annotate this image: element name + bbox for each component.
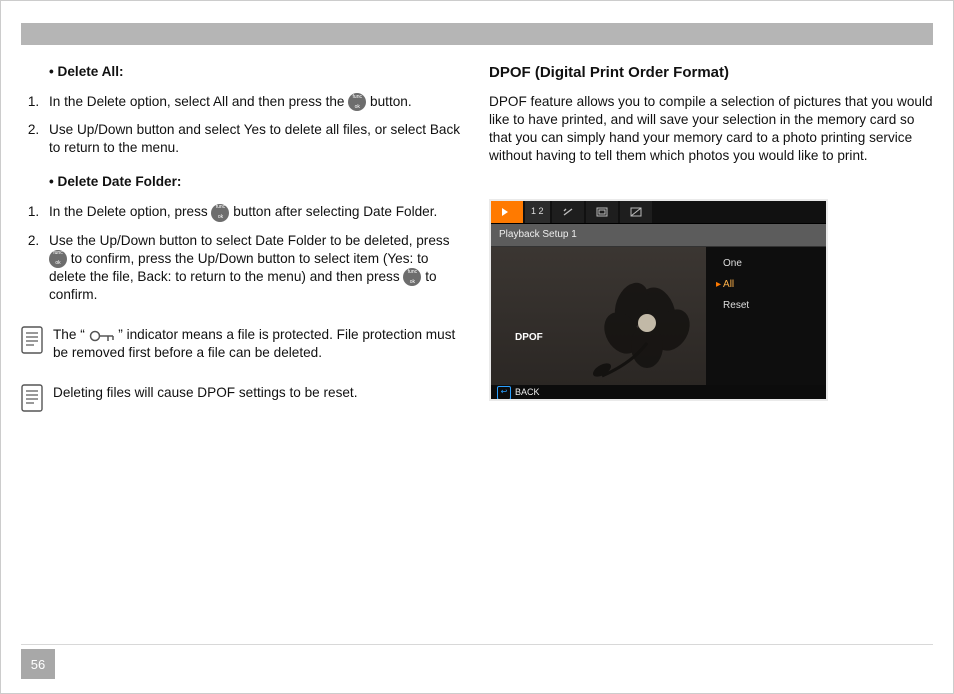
- ss-menu-one: ▸One: [706, 253, 826, 274]
- list-item: In the Delete option, select All and the…: [43, 93, 465, 111]
- left-column: • Delete All: In the Delete option, sele…: [21, 63, 465, 412]
- list-item: Use Up/Down button and select Yes to del…: [43, 121, 465, 157]
- camera-screenshot: 1 2 Playback Setup 1 DPOF: [489, 199, 828, 401]
- ss-tab-numbers: 1 2: [525, 201, 550, 223]
- right-column: DPOF (Digital Print Order Format) DPOF f…: [489, 63, 933, 412]
- ss-footer: ↩ BACK: [491, 385, 826, 401]
- page-number: 56: [21, 649, 55, 679]
- note-text: Deleting files will cause DPOF settings …: [53, 384, 357, 402]
- ss-tab-card: [586, 201, 618, 223]
- ss-tab-tool: [552, 201, 584, 223]
- dpof-paragraph: DPOF feature allows you to compile a sel…: [489, 93, 933, 165]
- ss-menu: ▸One ▸All ▸Reset: [706, 247, 826, 385]
- list-item: In the Delete option, press funcok butto…: [43, 203, 465, 221]
- delete-all-title: • Delete All:: [49, 63, 465, 81]
- ss-left-panel: DPOF: [491, 247, 706, 385]
- back-icon: ↩: [497, 386, 511, 400]
- ss-menu-reset: ▸Reset: [706, 295, 826, 316]
- ss-body: DPOF: [491, 247, 826, 385]
- text: button after selecting Date Folder.: [233, 204, 437, 219]
- ss-tab-adjust: [620, 201, 652, 223]
- note-protected: The “ ” indicator means a file is protec…: [21, 326, 465, 362]
- ss-menu-all: ▸All: [706, 274, 826, 295]
- text: In the Delete option, select All and the…: [49, 94, 348, 109]
- protect-key-icon: [89, 329, 115, 343]
- func-ok-icon: funcok: [348, 93, 366, 111]
- func-ok-icon: funcok: [403, 268, 421, 286]
- note-text: The “ ” indicator means a file is protec…: [53, 326, 465, 362]
- ss-footer-label: BACK: [515, 387, 540, 399]
- func-ok-icon: funcok: [49, 250, 67, 268]
- text: Use the Up/Down button to select Date Fo…: [49, 233, 450, 248]
- delete-date-steps: In the Delete option, press funcok butto…: [21, 203, 465, 304]
- note-dpof-reset: Deleting files will cause DPOF settings …: [21, 384, 465, 412]
- list-item: Use the Up/Down button to select Date Fo…: [43, 232, 465, 305]
- note-icon: [21, 384, 43, 412]
- footer-rule: [21, 644, 933, 645]
- text: button.: [370, 94, 412, 109]
- header-bar: [21, 23, 933, 45]
- ss-tab-bar: 1 2: [491, 201, 826, 224]
- ss-header: Playback Setup 1: [491, 224, 826, 247]
- ss-dpof-label: DPOF: [515, 331, 543, 344]
- flower-graphic: [562, 268, 712, 383]
- delete-all-steps: In the Delete option, select All and the…: [21, 93, 465, 157]
- dpof-heading: DPOF (Digital Print Order Format): [489, 63, 933, 83]
- func-ok-icon: funcok: [211, 204, 229, 222]
- note-icon: [21, 326, 43, 354]
- delete-date-title: • Delete Date Folder:: [49, 173, 465, 191]
- ss-tab-play: [491, 201, 523, 223]
- text: to confirm, press the Up/Down button to …: [49, 251, 428, 284]
- text: The “: [53, 327, 85, 342]
- text: In the Delete option, press: [49, 204, 211, 219]
